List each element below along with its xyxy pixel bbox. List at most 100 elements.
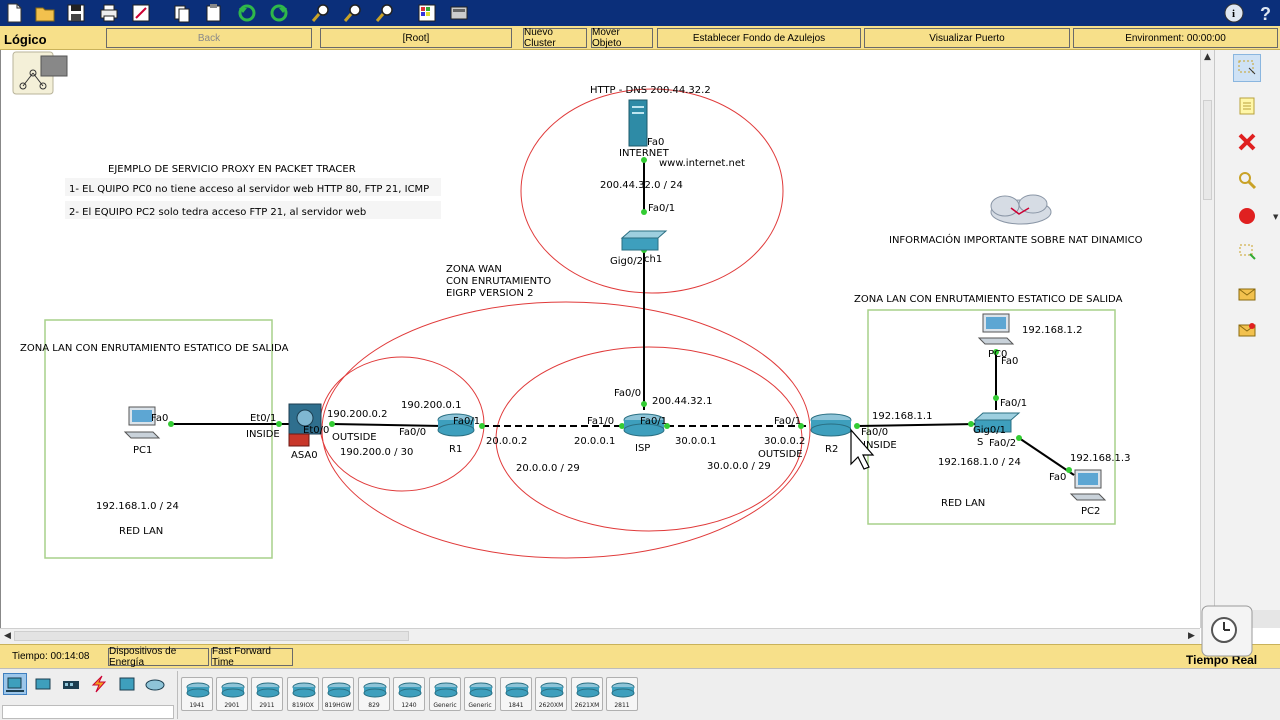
isp-ip-left: 20.0.0.1 [574, 436, 615, 447]
router-2811-item[interactable]: 2811 [606, 677, 638, 711]
router-2901-item[interactable]: 2901 [216, 677, 248, 711]
inspect-icon[interactable] [1233, 166, 1261, 194]
router-2620xm-label: 2620XM [538, 702, 564, 709]
zoom-in-icon[interactable] [309, 1, 333, 25]
asa-ip: 190.200.0.2 [327, 409, 387, 420]
pc0-icon[interactable] [977, 313, 1015, 345]
router-829-item[interactable]: 829 [358, 677, 390, 711]
delete-icon[interactable] [1233, 128, 1261, 156]
r2-router-icon[interactable] [810, 413, 852, 437]
fast-forward-time-button[interactable]: Fast Forward Time [211, 646, 293, 668]
new-file-icon[interactable] [2, 1, 26, 25]
top-switch-port: Gig0/2 [610, 256, 643, 267]
complex-pdu-icon[interactable] [1233, 316, 1261, 344]
r2-port-right: Fa0/0 [861, 427, 888, 438]
scroll-left-arrow-icon[interactable]: ◀ [4, 631, 11, 641]
root-button[interactable]: [Root] [320, 28, 512, 48]
topology-canvas: EJEMPLO DE SERVICIO PROXY EN PACKET TRAC… [12, 51, 1143, 559]
router-2911-item[interactable]: 2911 [251, 677, 283, 711]
resize-icon[interactable] [1233, 238, 1261, 266]
pc2-name: PC2 [1081, 506, 1100, 517]
router-1941-item[interactable]: 1941 [181, 677, 213, 711]
multiuser-icon[interactable] [115, 673, 139, 695]
end-devices-icon[interactable] [3, 673, 27, 695]
router-819iox-item[interactable]: 819IOX [287, 677, 319, 711]
link-r2-switch[interactable] [856, 423, 977, 427]
draw-shape-icon[interactable] [1233, 202, 1261, 230]
sw-port-up: Fa0/1 [1000, 398, 1027, 409]
switches-icon[interactable] [31, 673, 55, 695]
pc2-ip: 192.168.1.3 [1070, 453, 1130, 464]
nat-info-cloud-icon[interactable] [990, 194, 1052, 225]
save-icon[interactable] [64, 1, 88, 25]
workspace-mode-title: Lógico [4, 32, 47, 47]
asa-inside: INSIDE [246, 429, 280, 440]
device-type-bar: 1941 2901 2911 819IOX 819HGW 829 1240 Ge… [0, 668, 1280, 720]
horizontal-scroll-thumb[interactable] [14, 631, 409, 641]
scroll-right-arrow-icon[interactable]: ▶ [1188, 631, 1195, 641]
device-bar-divider [177, 671, 178, 719]
realtime-clock-icon[interactable] [1200, 604, 1254, 658]
vertical-scroll-thumb[interactable] [1203, 100, 1212, 200]
wan-emulation-icon[interactable] [143, 673, 167, 695]
new-cluster-button[interactable]: Nuevo Cluster [523, 27, 587, 49]
scroll-up-arrow-icon[interactable]: ▲ [1204, 52, 1211, 62]
router-2621xm-item[interactable]: 2621XM [571, 677, 603, 711]
back-button[interactable]: Back [106, 28, 312, 48]
logical-workspace[interactable]: EJEMPLO DE SERVICIO PROXY EN PACKET TRAC… [0, 50, 1200, 628]
switch-top-port-up: Fa0/1 [648, 203, 675, 214]
zoom-reset-icon[interactable] [341, 1, 365, 25]
info-icon[interactable]: i [1222, 1, 1246, 25]
print-icon[interactable] [97, 1, 121, 25]
palette-icon[interactable] [415, 1, 439, 25]
router-1841-item[interactable]: 1841 [500, 677, 532, 711]
hubs-icon[interactable] [59, 673, 83, 695]
server-port: Fa0 [647, 137, 664, 148]
router-2620xm-item[interactable]: 2620XM [535, 677, 567, 711]
select-icon[interactable] [1233, 54, 1261, 82]
shape-dropdown-icon[interactable]: ▼ [1273, 213, 1278, 221]
paste-icon[interactable] [202, 1, 226, 25]
move-object-button[interactable]: Mover Objeto [591, 27, 653, 49]
pc1-port: Fa0 [151, 413, 168, 424]
undo-icon[interactable] [235, 1, 259, 25]
redo-icon[interactable] [267, 1, 291, 25]
router-2901-label: 2901 [224, 702, 240, 709]
simulation-time: Tiempo: 00:14:08 [12, 651, 90, 662]
help-icon[interactable]: ? [1254, 1, 1278, 25]
status-bar: Tiempo: 00:14:08 Dispositivos de Energía… [0, 644, 1280, 668]
pc2-icon[interactable] [1069, 469, 1107, 501]
navigation-bar: Lógico Back [Root] Nuevo Cluster Mover O… [0, 26, 1280, 50]
router-819hgw-item[interactable]: 819HGW [322, 677, 354, 711]
cluster-view-icon[interactable] [12, 51, 68, 95]
activity-wizard-icon[interactable] [129, 1, 153, 25]
router-1240-item[interactable]: 1240 [393, 677, 425, 711]
link-switch-pc2[interactable] [1018, 437, 1075, 476]
simple-pdu-icon[interactable] [1233, 280, 1261, 308]
device-search-field[interactable] [2, 705, 174, 719]
set-background-button[interactable]: Establecer Fondo de Azulejos [657, 28, 861, 48]
connections-icon[interactable] [87, 673, 111, 695]
custom-device-icon[interactable] [447, 1, 471, 25]
environment-button[interactable]: Environment: 00:00:00 [1073, 28, 1278, 48]
open-folder-icon[interactable] [33, 1, 57, 25]
router-generic-item-2[interactable]: Generic [464, 677, 496, 711]
note-icon[interactable] [1233, 92, 1261, 120]
packet-tracer-window: i ? Lógico Back [Root] Nuevo Cluster Mov… [0, 0, 1280, 720]
vertical-scrollbar[interactable]: ▲ [1200, 50, 1214, 628]
zoom-out-icon[interactable] [373, 1, 397, 25]
server-network: 200.44.32.0 / 24 [600, 180, 683, 191]
power-cycle-devices-button[interactable]: Dispositivos de Energía [108, 646, 209, 668]
internet-server-icon[interactable] [628, 99, 648, 147]
view-port-button[interactable]: Visualizar Puerto [864, 28, 1070, 48]
link-asa-r1[interactable] [331, 423, 443, 427]
router-819hgw-label: 819HGW [324, 702, 352, 709]
copy-icon[interactable] [170, 1, 194, 25]
r1-port-in: Fa0/0 [399, 427, 426, 438]
sw-port-down: Fa0/2 [989, 438, 1016, 449]
left-zone-title: ZONA LAN CON ENRUTAMIENTO ESTATICO DE SA… [20, 343, 289, 354]
horizontal-scrollbar[interactable]: ◀ ▶ [0, 628, 1200, 644]
router-819iox-label: 819IOX [292, 702, 314, 709]
top-switch-icon[interactable] [620, 230, 668, 251]
router-generic-item-1[interactable]: Generic [429, 677, 461, 711]
